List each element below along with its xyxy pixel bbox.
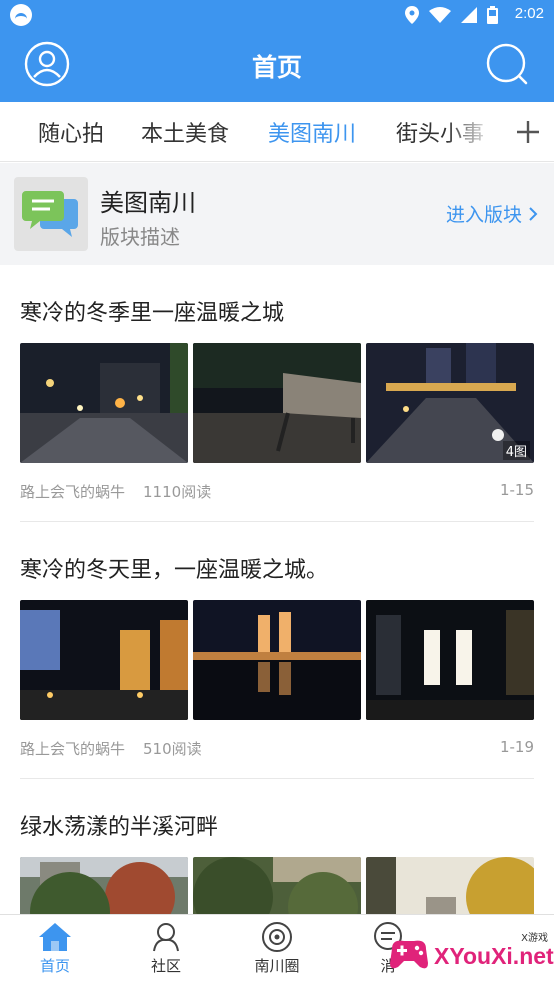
post-thumbnail[interactable]: [193, 600, 361, 720]
post-thumbnail[interactable]: [20, 600, 188, 720]
image-count-badge: 4图: [502, 441, 530, 460]
gamepad-logo-icon: [390, 940, 428, 969]
post-date: 1-19: [499, 738, 534, 756]
status-time: 2:02: [514, 5, 544, 22]
enter-section-link[interactable]: 进入版块: [446, 200, 538, 227]
post-thumbnail[interactable]: 4图: [366, 343, 534, 463]
watermark-small-text: X游戏: [521, 933, 548, 944]
section-icon: [14, 177, 88, 251]
chat-bubbles-icon: [22, 191, 78, 237]
add-tab-button[interactable]: [514, 118, 542, 146]
enter-section-label: 进入版块: [445, 204, 522, 226]
nav-community[interactable]: 社区: [111, 921, 221, 976]
tab-local-food[interactable]: 本土美食: [141, 116, 229, 148]
battery-icon: [487, 6, 498, 24]
home-icon: [39, 923, 71, 951]
signal-icon: [461, 7, 477, 23]
post-date: 1-15: [499, 481, 534, 499]
circle-icon: [262, 922, 292, 952]
section-description: 版块描述: [100, 225, 180, 249]
location-icon: [405, 6, 419, 24]
watermark-text: XYouXi.net: [434, 943, 554, 969]
divider: [20, 778, 534, 779]
nav-home[interactable]: 首页: [0, 921, 110, 976]
site-watermark: X游戏 XYouXi.net: [384, 925, 554, 981]
search-icon: [486, 43, 528, 85]
post-meta: 路上会飞的蜗牛 1110阅读: [20, 481, 211, 502]
nav-nanchuan-circle[interactable]: 南川圈: [222, 921, 332, 976]
section-name: 美图南川: [100, 189, 196, 217]
post-title[interactable]: 绿水荡漾的半溪河畔: [20, 809, 218, 841]
tab-suixinpai[interactable]: 随心拍: [38, 116, 104, 148]
post-reads: 510阅读: [143, 740, 202, 758]
post-thumbnail[interactable]: [366, 600, 534, 720]
post-thumbnail[interactable]: [193, 343, 361, 463]
community-icon: [153, 923, 179, 952]
post-thumbnail[interactable]: [20, 343, 188, 463]
wifi-icon: [429, 7, 451, 23]
post-title[interactable]: 寒冷的冬季里一座温暖之城: [20, 295, 284, 327]
divider: [20, 521, 534, 522]
tab-meitu-nanchuan[interactable]: 美图南川: [268, 116, 356, 148]
app-notification-icon: [10, 4, 32, 26]
post-meta: 路上会飞的蜗牛 510阅读: [20, 738, 202, 759]
post-title[interactable]: 寒冷的冬天里，一座温暖之城。: [20, 552, 328, 584]
post-author: 路上会飞的蜗牛: [20, 740, 126, 758]
nav-community-label: 社区: [150, 957, 181, 975]
status-bar: 2:02: [0, 0, 554, 30]
search-button[interactable]: [484, 41, 530, 87]
post-reads: 1110阅读: [143, 483, 212, 501]
category-tabs: 随心拍 本土美食 美图南川 街头小事: [0, 102, 554, 162]
section-header: 美图南川 版块描述 进入版块: [0, 163, 554, 265]
nav-home-label: 首页: [39, 957, 70, 975]
top-app-bar: 2:02 首页: [0, 0, 554, 102]
nav-nanchuan-circle-label: 南川圈: [254, 957, 300, 975]
chevron-right-icon: [529, 206, 538, 221]
tabs-fade: [446, 102, 506, 161]
plus-icon: [517, 121, 539, 143]
post-author: 路上会飞的蜗牛: [20, 483, 126, 501]
page-title: 首页: [251, 53, 302, 82]
